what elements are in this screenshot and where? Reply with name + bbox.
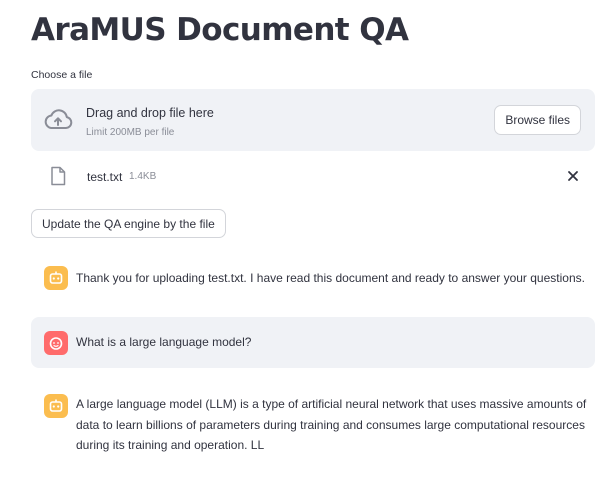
message-text: A large language model (LLM) is a type o… xyxy=(76,397,587,452)
uploaded-file-row: test.txt 1.4KB xyxy=(31,164,595,190)
app-page: AraMUS Document QA Choose a file Drag an… xyxy=(0,0,615,503)
update-qa-engine-button[interactable]: Update the QA engine by the file xyxy=(31,209,226,238)
avatar xyxy=(44,266,68,290)
avatar xyxy=(44,394,68,418)
chat-message-assistant: Thank you for uploading test.txt. I have… xyxy=(31,256,595,300)
message-text: Thank you for uploading test.txt. I have… xyxy=(76,271,585,285)
dropzone-instructions: Drag and drop file here xyxy=(86,106,214,120)
close-icon[interactable] xyxy=(565,168,581,184)
browse-files-button[interactable]: Browse files xyxy=(494,105,581,135)
bot-icon xyxy=(49,271,63,284)
file-icon xyxy=(51,166,66,186)
bot-icon xyxy=(49,399,63,412)
file-name: test.txt xyxy=(87,170,123,184)
cloud-upload-icon xyxy=(44,109,73,129)
uploader-label: Choose a file xyxy=(31,69,93,81)
message-text: What is a large language model? xyxy=(76,335,252,349)
file-dropzone[interactable]: Drag and drop file here Limit 200MB per … xyxy=(31,89,595,151)
dropzone-limit: Limit 200MB per file xyxy=(86,127,175,138)
avatar xyxy=(44,331,68,355)
file-size: 1.4KB xyxy=(129,171,157,182)
chat-message-assistant: A large language model (LLM) is a type o… xyxy=(31,384,595,464)
chat-message-user: What is a large language model? xyxy=(31,317,595,368)
page-title: AraMUS Document QA xyxy=(31,12,409,48)
user-face-icon xyxy=(49,337,63,350)
